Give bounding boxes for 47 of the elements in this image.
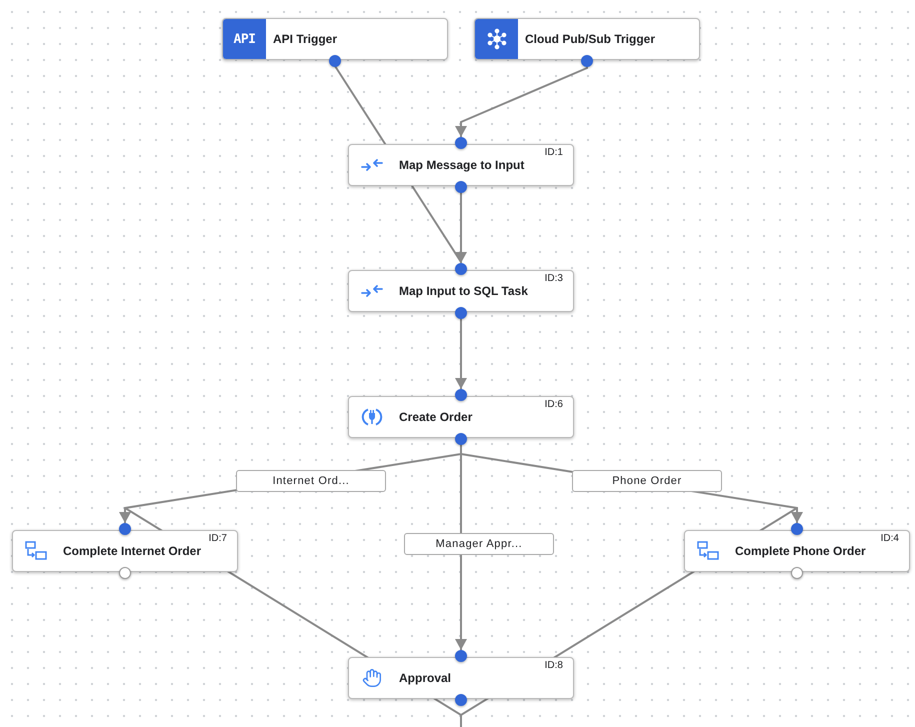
output-port[interactable] xyxy=(581,55,593,67)
node-title: Approval xyxy=(399,671,452,685)
output-port[interactable] xyxy=(455,307,467,319)
input-port[interactable] xyxy=(455,650,467,662)
converging-arrows-icon xyxy=(361,158,383,172)
converging-arrows-icon xyxy=(361,284,383,298)
task-node[interactable]: Cloud Pub/Sub Trigger xyxy=(474,18,700,60)
edge-label[interactable]: Phone Order xyxy=(572,470,722,492)
plug-icon xyxy=(361,406,383,428)
input-port[interactable] xyxy=(791,523,803,535)
edge-label[interactable]: Manager Appr... xyxy=(404,533,554,555)
linked-boxes-icon xyxy=(697,541,719,561)
output-port[interactable] xyxy=(455,694,467,706)
task-node[interactable]: Map Input to SQL Task ID:3 xyxy=(348,270,574,312)
node-id: ID:1 xyxy=(544,147,563,158)
task-node[interactable]: Map Message to Input ID:1 xyxy=(348,144,574,186)
task-node[interactable]: Complete Internet Order ID:7 xyxy=(12,530,238,572)
task-node[interactable]: API API Trigger xyxy=(222,18,448,60)
output-port[interactable] xyxy=(119,567,131,579)
input-port[interactable] xyxy=(455,389,467,401)
output-port[interactable] xyxy=(455,181,467,193)
output-port[interactable] xyxy=(329,55,341,67)
node-title: Create Order xyxy=(399,410,472,424)
node-title: Complete Phone Order xyxy=(735,544,866,558)
node-id: ID:4 xyxy=(880,533,899,544)
task-node[interactable]: Create Order ID:6 xyxy=(348,396,574,438)
node-title: Map Message to Input xyxy=(399,158,524,172)
node-id: ID:7 xyxy=(208,533,227,544)
edge-label[interactable]: Internet Ord... xyxy=(236,470,386,492)
api-label: API xyxy=(234,32,256,46)
node-title: Complete Internet Order xyxy=(63,544,202,558)
node-id: ID:6 xyxy=(544,399,563,410)
input-port[interactable] xyxy=(455,137,467,149)
output-port[interactable] xyxy=(455,433,467,445)
task-node[interactable]: Approval ID:8 xyxy=(348,657,574,699)
input-port[interactable] xyxy=(119,523,131,535)
output-port[interactable] xyxy=(791,567,803,579)
linked-boxes-icon xyxy=(25,541,47,561)
node-id: ID:8 xyxy=(544,660,563,671)
input-port[interactable] xyxy=(455,263,467,275)
node-id: ID:3 xyxy=(544,273,563,284)
node-title: Cloud Pub/Sub Trigger xyxy=(525,32,655,46)
task-node[interactable]: Complete Phone Order ID:4 xyxy=(684,530,910,572)
hand-icon xyxy=(362,668,382,688)
node-title: API Trigger xyxy=(273,32,338,46)
node-title: Map Input to SQL Task xyxy=(399,284,528,298)
hub-icon xyxy=(486,28,508,50)
